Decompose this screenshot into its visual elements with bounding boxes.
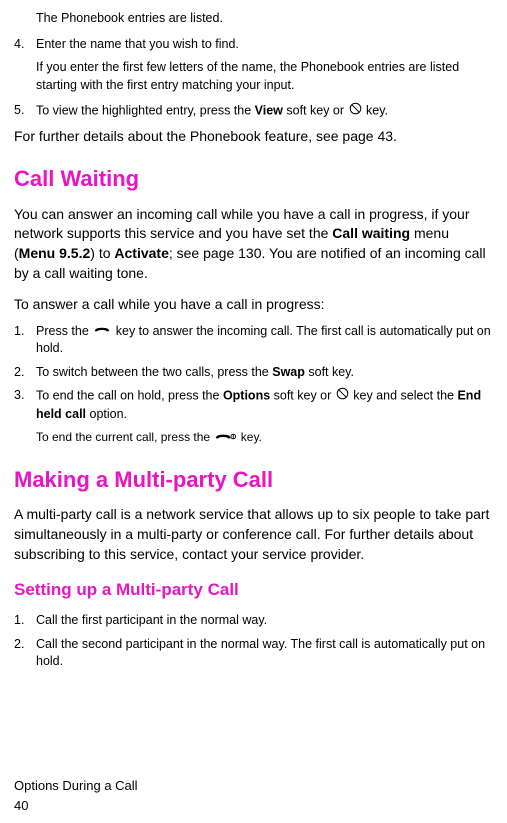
cw-step-1-num: 1. [14, 323, 36, 358]
step-4-num: 4. [14, 36, 36, 54]
cw-step-2-text: To switch between the two calls, press t… [36, 364, 493, 382]
phone-icon [93, 323, 111, 341]
phonebook-details: For further details about the Phonebook … [14, 127, 493, 147]
cw-step-2: 2. To switch between the two calls, pres… [14, 364, 493, 382]
step-4: 4. Enter the name that you wish to find. [14, 36, 493, 54]
step-4-text: Enter the name that you wish to find. [36, 36, 493, 54]
cw-step-3-note: To end the current call, press the key. [36, 429, 493, 446]
ok-icon [336, 387, 349, 406]
cw-step-1-text: Press the key to answer the incoming cal… [36, 323, 493, 358]
cw-step-1: 1. Press the key to answer the incoming … [14, 323, 493, 358]
call-waiting-intro: To answer a call while you have a call i… [14, 295, 493, 315]
step-4-note: If you enter the first few letters of th… [36, 59, 493, 94]
step-5: 5. To view the highlighted entry, press … [14, 102, 493, 121]
call-waiting-heading: Call Waiting [14, 164, 493, 195]
end-call-icon [214, 430, 236, 447]
multiparty-para: A multi-party call is a network service … [14, 505, 493, 564]
multiparty-setup-heading: Setting up a Multi-party Call [14, 578, 493, 602]
mp-step-1: 1. Call the first participant in the nor… [14, 612, 493, 630]
mp-step-2-num: 2. [14, 636, 36, 671]
mp-step-1-num: 1. [14, 612, 36, 630]
phonebook-listed: The Phonebook entries are listed. [36, 10, 493, 28]
call-waiting-para: You can answer an incoming call while yo… [14, 205, 493, 283]
mp-step-1-text: Call the first participant in the normal… [36, 612, 493, 630]
multiparty-heading: Making a Multi-party Call [14, 465, 493, 496]
cw-step-3-num: 3. [14, 387, 36, 423]
footer-page-number: 40 [14, 797, 138, 815]
cw-step-3: 3. To end the call on hold, press the Op… [14, 387, 493, 423]
footer-section: Options During a Call [14, 777, 138, 795]
ok-icon [349, 102, 362, 121]
page-footer: Options During a Call 40 [14, 777, 138, 815]
mp-step-2: 2. Call the second participant in the no… [14, 636, 493, 671]
step-5-num: 5. [14, 102, 36, 121]
step-5-text: To view the highlighted entry, press the… [36, 102, 493, 121]
mp-step-2-text: Call the second participant in the norma… [36, 636, 493, 671]
cw-step-2-num: 2. [14, 364, 36, 382]
cw-step-3-text: To end the call on hold, press the Optio… [36, 387, 493, 423]
